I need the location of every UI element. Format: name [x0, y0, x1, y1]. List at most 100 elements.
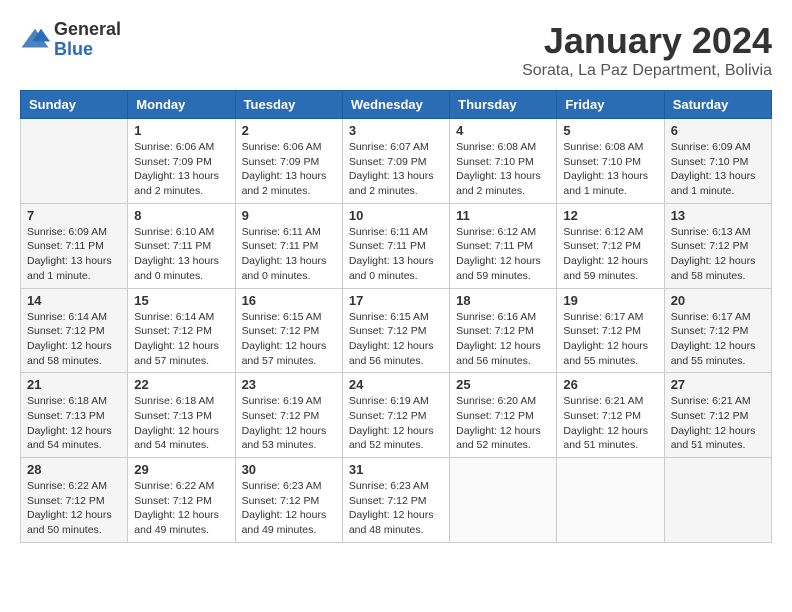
- calendar-week-1: 1 Sunrise: 6:06 AM Sunset: 7:09 PM Daylig…: [21, 119, 772, 204]
- day-number: 1: [134, 123, 228, 138]
- calendar-cell: 23Sunrise: 6:19 AM Sunset: 7:12 PM Dayli…: [235, 373, 342, 458]
- calendar-week-5: 28 Sunrise: 6:22 AM Sunset: 7:12 PM Dayli…: [21, 458, 772, 543]
- day-number: 8: [134, 208, 228, 223]
- logo-text: General Blue: [54, 20, 121, 60]
- calendar-cell: 4Sunrise: 6:08 AM Sunset: 7:10 PM Daylig…: [450, 119, 557, 204]
- day-info: Sunrise: 6:07 AM Sunset: 7:09 PM Dayligh…: [349, 140, 443, 199]
- day-info: Sunrise: 6:09 AM Sunset: 7:10 PM Dayligh…: [671, 140, 765, 199]
- day-info: Sunrise: 6:09 AM Sunset: 7:11 PM Dayligh…: [27, 225, 121, 284]
- day-number: 11: [456, 208, 550, 223]
- logo-blue: Blue: [54, 40, 121, 60]
- day-number: 3: [349, 123, 443, 138]
- day-number: 23: [242, 377, 336, 392]
- day-number: 21: [27, 377, 121, 392]
- day-number: 14: [27, 293, 121, 308]
- day-number: 27: [671, 377, 765, 392]
- calendar-cell: 14Sunrise: 6:14 AM Sunset: 7:12 PM Dayli…: [21, 288, 128, 373]
- day-info: Sunrise: 6:12 AM Sunset: 7:12 PM Dayligh…: [563, 225, 657, 284]
- calendar-cell: 2Sunrise: 6:06 AM Sunset: 7:09 PM Daylig…: [235, 119, 342, 204]
- calendar-cell: 10Sunrise: 6:11 AM Sunset: 7:11 PM Dayli…: [342, 203, 449, 288]
- header-saturday: Saturday: [664, 91, 771, 119]
- calendar-table: SundayMondayTuesdayWednesdayThursdayFrid…: [20, 90, 772, 543]
- header-wednesday: Wednesday: [342, 91, 449, 119]
- day-number: 2: [242, 123, 336, 138]
- day-number: 20: [671, 293, 765, 308]
- calendar-cell: 7 Sunrise: 6:09 AM Sunset: 7:11 PM Daylig…: [21, 203, 128, 288]
- calendar-body: 1 Sunrise: 6:06 AM Sunset: 7:09 PM Daylig…: [21, 119, 772, 543]
- header-sunday: Sunday: [21, 91, 128, 119]
- header-tuesday: Tuesday: [235, 91, 342, 119]
- calendar-cell: 22 Sunrise: 6:18 AM Sunset: 7:13 PM Dayli…: [128, 373, 235, 458]
- header-friday: Friday: [557, 91, 664, 119]
- day-info: Sunrise: 6:15 AM Sunset: 7:12 PM Dayligh…: [242, 310, 336, 369]
- day-number: 25: [456, 377, 550, 392]
- calendar-week-4: 21 Sunrise: 6:18 AM Sunset: 7:13 PM Dayli…: [21, 373, 772, 458]
- day-info: Sunrise: 6:12 AM Sunset: 7:11 PM Dayligh…: [456, 225, 550, 284]
- calendar-cell: 30 Sunrise: 6:23 AM Sunset: 7:12 PM Dayli…: [235, 458, 342, 543]
- day-info: Sunrise: 6:08 AM Sunset: 7:10 PM Dayligh…: [456, 140, 550, 199]
- day-number: 19: [563, 293, 657, 308]
- day-info: Sunrise: 6:21 AM Sunset: 7:12 PM Dayligh…: [563, 394, 657, 453]
- page-header: General Blue January 2024 Sorata, La Paz…: [20, 20, 772, 80]
- calendar-cell: 29Sunrise: 6:22 AM Sunset: 7:12 PM Dayli…: [128, 458, 235, 543]
- day-info: Sunrise: 6:16 AM Sunset: 7:12 PM Dayligh…: [456, 310, 550, 369]
- day-number: 10: [349, 208, 443, 223]
- calendar-week-2: 7 Sunrise: 6:09 AM Sunset: 7:11 PM Daylig…: [21, 203, 772, 288]
- calendar-cell: 20 Sunrise: 6:17 AM Sunset: 7:12 PM Dayli…: [664, 288, 771, 373]
- calendar-cell: 24 Sunrise: 6:19 AM Sunset: 7:12 PM Dayli…: [342, 373, 449, 458]
- day-info: Sunrise: 6:06 AM Sunset: 7:09 PM Dayligh…: [134, 140, 228, 199]
- day-number: 5: [563, 123, 657, 138]
- day-number: 9: [242, 208, 336, 223]
- day-number: 30: [242, 462, 336, 477]
- day-number: 31: [349, 462, 443, 477]
- day-info: Sunrise: 6:17 AM Sunset: 7:12 PM Dayligh…: [563, 310, 657, 369]
- calendar-cell: 9 Sunrise: 6:11 AM Sunset: 7:11 PM Daylig…: [235, 203, 342, 288]
- day-info: Sunrise: 6:23 AM Sunset: 7:12 PM Dayligh…: [349, 479, 443, 538]
- calendar-cell: 3 Sunrise: 6:07 AM Sunset: 7:09 PM Daylig…: [342, 119, 449, 204]
- calendar-header-row: SundayMondayTuesdayWednesdayThursdayFrid…: [21, 91, 772, 119]
- day-info: Sunrise: 6:22 AM Sunset: 7:12 PM Dayligh…: [134, 479, 228, 538]
- calendar-cell: 27Sunrise: 6:21 AM Sunset: 7:12 PM Dayli…: [664, 373, 771, 458]
- calendar-cell: 16 Sunrise: 6:15 AM Sunset: 7:12 PM Dayli…: [235, 288, 342, 373]
- day-info: Sunrise: 6:17 AM Sunset: 7:12 PM Dayligh…: [671, 310, 765, 369]
- day-number: 24: [349, 377, 443, 392]
- calendar-cell: 31 Sunrise: 6:23 AM Sunset: 7:12 PM Dayli…: [342, 458, 449, 543]
- day-info: Sunrise: 6:08 AM Sunset: 7:10 PM Dayligh…: [563, 140, 657, 199]
- day-info: Sunrise: 6:13 AM Sunset: 7:12 PM Dayligh…: [671, 225, 765, 284]
- day-number: 26: [563, 377, 657, 392]
- calendar-cell: 26 Sunrise: 6:21 AM Sunset: 7:12 PM Dayli…: [557, 373, 664, 458]
- calendar-cell: 5 Sunrise: 6:08 AM Sunset: 7:10 PM Daylig…: [557, 119, 664, 204]
- day-number: 16: [242, 293, 336, 308]
- header-monday: Monday: [128, 91, 235, 119]
- day-info: Sunrise: 6:10 AM Sunset: 7:11 PM Dayligh…: [134, 225, 228, 284]
- day-info: Sunrise: 6:14 AM Sunset: 7:12 PM Dayligh…: [134, 310, 228, 369]
- calendar-cell: 12 Sunrise: 6:12 AM Sunset: 7:12 PM Dayli…: [557, 203, 664, 288]
- day-number: 28: [27, 462, 121, 477]
- day-number: 15: [134, 293, 228, 308]
- calendar-cell: 6 Sunrise: 6:09 AM Sunset: 7:10 PM Daylig…: [664, 119, 771, 204]
- location-title: Sorata, La Paz Department, Bolivia: [522, 62, 772, 80]
- day-number: 6: [671, 123, 765, 138]
- day-number: 7: [27, 208, 121, 223]
- calendar-cell: [557, 458, 664, 543]
- calendar-cell: 8 Sunrise: 6:10 AM Sunset: 7:11 PM Daylig…: [128, 203, 235, 288]
- calendar-cell: 15 Sunrise: 6:14 AM Sunset: 7:12 PM Dayli…: [128, 288, 235, 373]
- day-number: 22: [134, 377, 228, 392]
- header-thursday: Thursday: [450, 91, 557, 119]
- calendar-cell: 21 Sunrise: 6:18 AM Sunset: 7:13 PM Dayli…: [21, 373, 128, 458]
- calendar-cell: 28Sunrise: 6:22 AM Sunset: 7:12 PM Dayli…: [21, 458, 128, 543]
- day-info: Sunrise: 6:19 AM Sunset: 7:12 PM Dayligh…: [349, 394, 443, 453]
- calendar-cell: 18 Sunrise: 6:16 AM Sunset: 7:12 PM Dayli…: [450, 288, 557, 373]
- day-number: 12: [563, 208, 657, 223]
- day-info: Sunrise: 6:18 AM Sunset: 7:13 PM Dayligh…: [27, 394, 121, 453]
- month-title: January 2024: [522, 20, 772, 62]
- day-number: 17: [349, 293, 443, 308]
- logo: General Blue: [20, 20, 121, 60]
- title-area: January 2024 Sorata, La Paz Department, …: [522, 20, 772, 80]
- day-info: Sunrise: 6:23 AM Sunset: 7:12 PM Dayligh…: [242, 479, 336, 538]
- calendar-cell: 19 Sunrise: 6:17 AM Sunset: 7:12 PM Dayli…: [557, 288, 664, 373]
- day-number: 18: [456, 293, 550, 308]
- day-info: Sunrise: 6:18 AM Sunset: 7:13 PM Dayligh…: [134, 394, 228, 453]
- calendar-cell: [21, 119, 128, 204]
- day-info: Sunrise: 6:11 AM Sunset: 7:11 PM Dayligh…: [242, 225, 336, 284]
